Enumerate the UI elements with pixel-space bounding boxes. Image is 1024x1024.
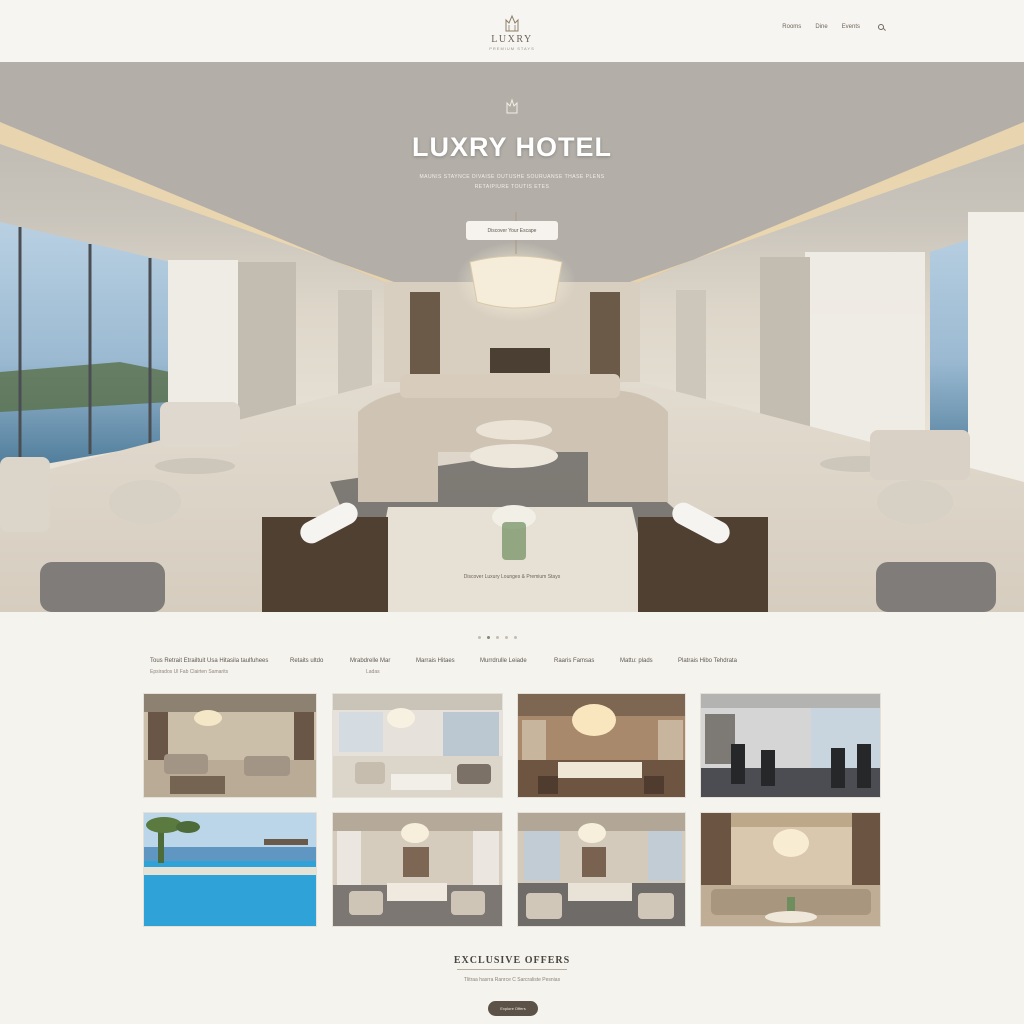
carousel-dot[interactable] [478, 636, 481, 639]
lobby-image [333, 813, 502, 926]
filter-sublabel: Epsirados Ul Fab Clairten Samarits [150, 669, 229, 675]
carousel-dot[interactable] [505, 636, 508, 639]
crown-crest-icon [505, 14, 519, 32]
site-header: LUXRY PREMIUM STAYS Rooms Dine Events [0, 0, 1024, 62]
gallery-tile-pool[interactable] [143, 812, 317, 927]
search-icon[interactable] [878, 24, 884, 30]
hero-subtitle: MAUNIS STAYNCE DIVAISE OUTUSHE SOURUANSE… [0, 172, 1024, 192]
dining-hall-image [333, 694, 502, 797]
gallery-grid [143, 693, 881, 927]
explore-offers-button[interactable]: Explore Offers [488, 1001, 538, 1016]
filter-item-8[interactable]: Platrais Hibo Tehdrata [678, 658, 737, 664]
restaurant-image [518, 694, 685, 797]
brand-logo[interactable]: LUXRY PREMIUM STAYS [462, 14, 562, 58]
discover-button[interactable]: Discover Your Escape [466, 221, 558, 240]
brand-name: LUXRY [491, 34, 533, 45]
filter-item-2[interactable]: Retaits ultdo [290, 658, 323, 664]
filter-item-4[interactable]: Marrais Hitaes [416, 658, 455, 664]
gallery-tile-lobby-lounge[interactable] [517, 812, 686, 927]
private-lounge-image [701, 813, 880, 926]
filter-label: Raaris Famsas [554, 658, 595, 664]
offers-title: EXCLUSIVE OFFERS [0, 955, 1024, 970]
crest-icon [506, 98, 518, 114]
filter-label: Mrabdrelle Mar [350, 658, 391, 664]
brand-tagline: PREMIUM STAYS [489, 46, 535, 51]
filter-item-7[interactable]: Mattu: plads [620, 658, 653, 664]
hero-subtitle-line-1: MAUNIS STAYNCE DIVAISE OUTUSHE SOURUANSE… [419, 174, 605, 180]
hero-title: LUXRY HOTEL [411, 132, 612, 162]
filter-label: Marrais Hitaes [416, 658, 455, 664]
gallery-filters: Tous Retrait Etrailtuit Usa Hitasila tau… [150, 658, 890, 682]
hero-subtitle-line-2: RETAIPIURE TOUTIS ETES [474, 184, 550, 190]
gallery-tile-fitness-center[interactable] [700, 693, 881, 798]
filter-label: Mattu: plads [620, 658, 653, 664]
gallery-tile-private-lounge[interactable] [700, 812, 881, 927]
gallery-tile-lobby[interactable] [332, 812, 503, 927]
fitness-center-image [701, 694, 880, 797]
filter-label: Retaits ultdo [290, 658, 324, 664]
carousel-dot-active[interactable] [487, 636, 490, 639]
filter-label: Tous Retrait Etrailtuit Usa Hitasila tau… [150, 658, 269, 664]
lounge-image [144, 694, 316, 797]
carousel-pagination [478, 636, 517, 639]
filter-item-5[interactable]: Murrdrulle Leiade [480, 658, 527, 664]
offers-subtitle: Tlitraa hasrra Ranrce C Sarcraliste Pesn… [463, 977, 561, 983]
lobby-lounge-image [518, 813, 685, 926]
gallery-tile-restaurant[interactable] [517, 693, 686, 798]
gallery-tile-dining-hall[interactable] [332, 693, 503, 798]
filter-item-1[interactable]: Tous Retrait Etrailtuit Usa Hitasila tau… [150, 658, 268, 675]
gallery-tile-lounge[interactable] [143, 693, 317, 798]
filter-label: Murrdrulle Leiade [480, 658, 527, 664]
nav-link-events[interactable]: Events [842, 24, 860, 30]
filter-sublabel: Ladas [366, 669, 380, 675]
filter-item-3[interactable]: Mrabdrelle Mar Ladas [350, 658, 390, 675]
carousel-dot[interactable] [496, 636, 499, 639]
top-nav: Rooms Dine Events [782, 24, 884, 30]
filter-label: Platrais Hibo Tehdrata [678, 658, 737, 664]
pool-image [144, 813, 316, 926]
hero-banner: LUXRY HOTEL MAUNIS STAYNCE DIVAISE OUTUS… [0, 62, 1024, 612]
nav-link-dine[interactable]: Dine [815, 24, 827, 30]
hero-caption: Discover Luxury Lounges & Premium Stays [463, 574, 561, 580]
carousel-dot[interactable] [514, 636, 517, 639]
nav-link-rooms[interactable]: Rooms [782, 24, 801, 30]
filter-item-6[interactable]: Raaris Famsas [554, 658, 594, 664]
